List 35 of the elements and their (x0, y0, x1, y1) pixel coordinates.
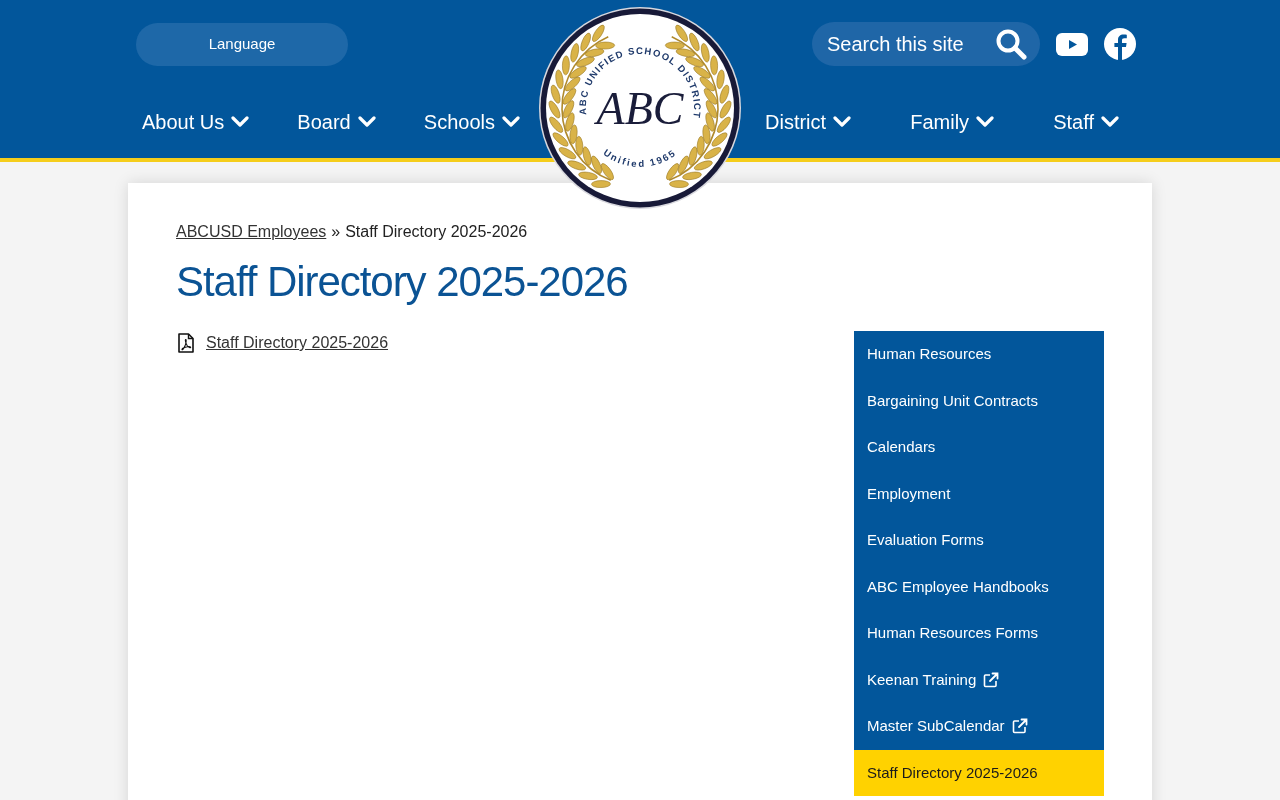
video-play-icon[interactable] (1056, 32, 1088, 56)
external-link-icon (1011, 718, 1028, 735)
external-link-icon (983, 671, 1000, 688)
chevron-down-icon (833, 116, 852, 128)
sidebar-link[interactable]: Keenan Training (854, 656, 1104, 703)
search-field[interactable]: Search this site (812, 22, 1040, 66)
pdf-file-icon (178, 333, 194, 353)
chevron-down-icon (231, 116, 250, 128)
social-f-icon[interactable] (1104, 28, 1136, 60)
search-icon[interactable] (995, 28, 1027, 60)
page-title: Staff Directory 2025-2026 (176, 259, 628, 305)
document-link[interactable]: Staff Directory 2025-2026 (206, 333, 389, 353)
sidebar-link[interactable]: Human Resources Forms (854, 610, 1104, 657)
breadcrumb-separator: » (331, 222, 341, 242)
sidebar-link[interactable]: ABC Employee Handbooks (854, 563, 1104, 610)
nav-menu-button[interactable]: Board (297, 110, 376, 134)
chevron-down-icon (502, 116, 520, 128)
sidebar-link[interactable]: Calendars (854, 424, 1104, 471)
chevron-down-icon (1101, 116, 1119, 128)
sidebar-link[interactable]: Employment (854, 470, 1104, 517)
sidebar-link[interactable]: Bargaining Unit Contracts (854, 377, 1104, 424)
nav-menu-button[interactable]: About Us (142, 110, 250, 134)
sidebar-link[interactable]: Human Resources (854, 331, 1104, 378)
nav-menu-button[interactable]: Schools (423, 110, 520, 134)
nav-menu-button[interactable]: Staff (1053, 110, 1119, 134)
sidebar-link[interactable]: Master SubCalendar (854, 703, 1104, 750)
nav-menu-button[interactable]: Family (910, 110, 995, 134)
sidebar-link[interactable]: Evaluation Forms (854, 517, 1104, 564)
chevron-down-icon (357, 116, 376, 128)
breadcrumb-current-page: Staff Directory 2025-2026 (345, 222, 528, 242)
breadcrumb-link[interactable]: ABCUSD Employees (176, 222, 327, 242)
chevron-down-icon (976, 116, 995, 128)
language-button[interactable]: Language (136, 22, 348, 66)
sidebar-link[interactable]: Staff Directory 2025-2026 (854, 749, 1104, 796)
nav-menu-button[interactable]: District (765, 110, 852, 134)
